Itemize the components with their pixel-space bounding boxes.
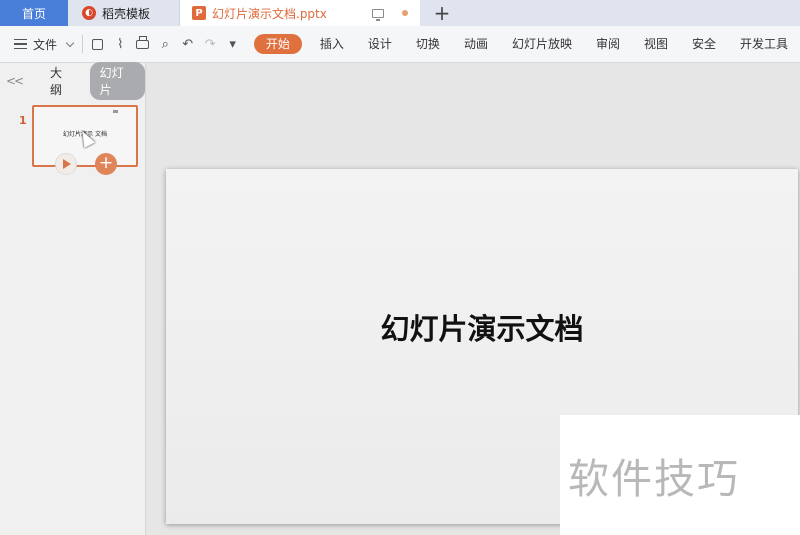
- slide-thumbnail[interactable]: 幻灯片演示 文档 +: [32, 105, 138, 175]
- ribbon-tab-insert[interactable]: 插入: [308, 34, 356, 54]
- slide-navigation-panel: << 大纲 幻灯片 1 幻灯片演示 文档 +: [0, 62, 146, 535]
- print-preview-button[interactable]: ⌕: [154, 32, 176, 56]
- tab-home-label: 首页: [21, 6, 46, 21]
- tab-bar: 首页 ◐ 稻壳模板 P 幻灯片演示文档.pptx +: [0, 0, 800, 26]
- print-button[interactable]: [132, 32, 154, 56]
- undo-button[interactable]: ↶: [176, 32, 198, 56]
- tab-document[interactable]: P 幻灯片演示文档.pptx: [180, 0, 420, 26]
- hamburger-icon: [14, 39, 27, 49]
- tab-slides[interactable]: 幻灯片: [89, 62, 145, 100]
- toolbar-divider: [81, 35, 83, 53]
- slide-title[interactable]: 幻灯片演示文档: [166, 306, 798, 348]
- ribbon-tab-animations[interactable]: 动画: [452, 34, 500, 54]
- save-button[interactable]: [87, 32, 109, 56]
- format-painter-button[interactable]: ⌇: [109, 32, 131, 56]
- unsaved-dot-icon: [402, 10, 408, 16]
- dropdown-arrow-icon: ▾: [229, 36, 236, 52]
- add-slide-button[interactable]: +: [95, 153, 117, 175]
- daoke-logo-icon: ◐: [82, 6, 96, 20]
- redo-icon: ↷: [204, 36, 216, 52]
- toolbar: 文件 ⌇ ⌕ ↶ ↷ ▾ 开始 插入 设计 切换 动画 幻灯片放映 审阅 视图 …: [0, 26, 800, 63]
- ribbon-tab-slideshow[interactable]: 幻灯片放映: [500, 34, 584, 54]
- tab-template[interactable]: ◐ 稻壳模板: [68, 0, 180, 26]
- ribbon-tab-security[interactable]: 安全: [680, 34, 728, 54]
- file-menu-button[interactable]: 文件: [0, 36, 78, 53]
- plus-icon: +: [433, 1, 451, 25]
- watermark-text: 软件技巧: [568, 455, 740, 503]
- new-tab-button[interactable]: +: [420, 0, 464, 26]
- presentation-file-icon: P: [192, 6, 206, 20]
- collapse-panel-icon[interactable]: <<: [6, 74, 24, 88]
- ribbon-tab-transitions[interactable]: 切换: [404, 34, 452, 54]
- tab-template-label: 稻壳模板: [102, 6, 151, 21]
- ribbon-tab-developer[interactable]: 开发工具: [728, 34, 800, 54]
- undo-icon: ↶: [182, 36, 194, 52]
- tab-outline[interactable]: 大纲: [40, 62, 84, 100]
- thumbnail-mini-mark: [113, 110, 118, 113]
- tab-bar-filler: [464, 0, 800, 26]
- play-slide-button[interactable]: [55, 153, 77, 175]
- printer-icon: [136, 35, 150, 49]
- format-painter-icon: ⌇: [117, 36, 124, 52]
- redo-button[interactable]: ↷: [199, 32, 221, 56]
- chevron-down-icon: [65, 38, 75, 47]
- slide-number: 1: [19, 114, 27, 127]
- ribbon-tab-home[interactable]: 开始: [253, 34, 302, 54]
- tab-document-label: 幻灯片演示文档.pptx: [212, 6, 327, 21]
- tab-home[interactable]: 首页: [0, 0, 68, 26]
- ribbon-tabs: 开始 插入 设计 切换 动画 幻灯片放映 审阅 视图 安全 开发工具: [253, 34, 800, 54]
- quick-access-more-button[interactable]: ▾: [221, 32, 243, 56]
- ribbon-tab-review[interactable]: 审阅: [584, 34, 632, 54]
- print-preview-icon: ⌕: [161, 36, 169, 52]
- ribbon-tab-design[interactable]: 设计: [356, 34, 404, 54]
- watermark: 软件技巧: [560, 415, 800, 535]
- file-menu-label: 文件: [33, 37, 58, 52]
- ribbon-tab-view[interactable]: 视图: [632, 34, 680, 54]
- save-icon: [92, 38, 104, 50]
- panel-header: << 大纲 幻灯片: [0, 62, 145, 100]
- monitor-icon[interactable]: [372, 8, 384, 21]
